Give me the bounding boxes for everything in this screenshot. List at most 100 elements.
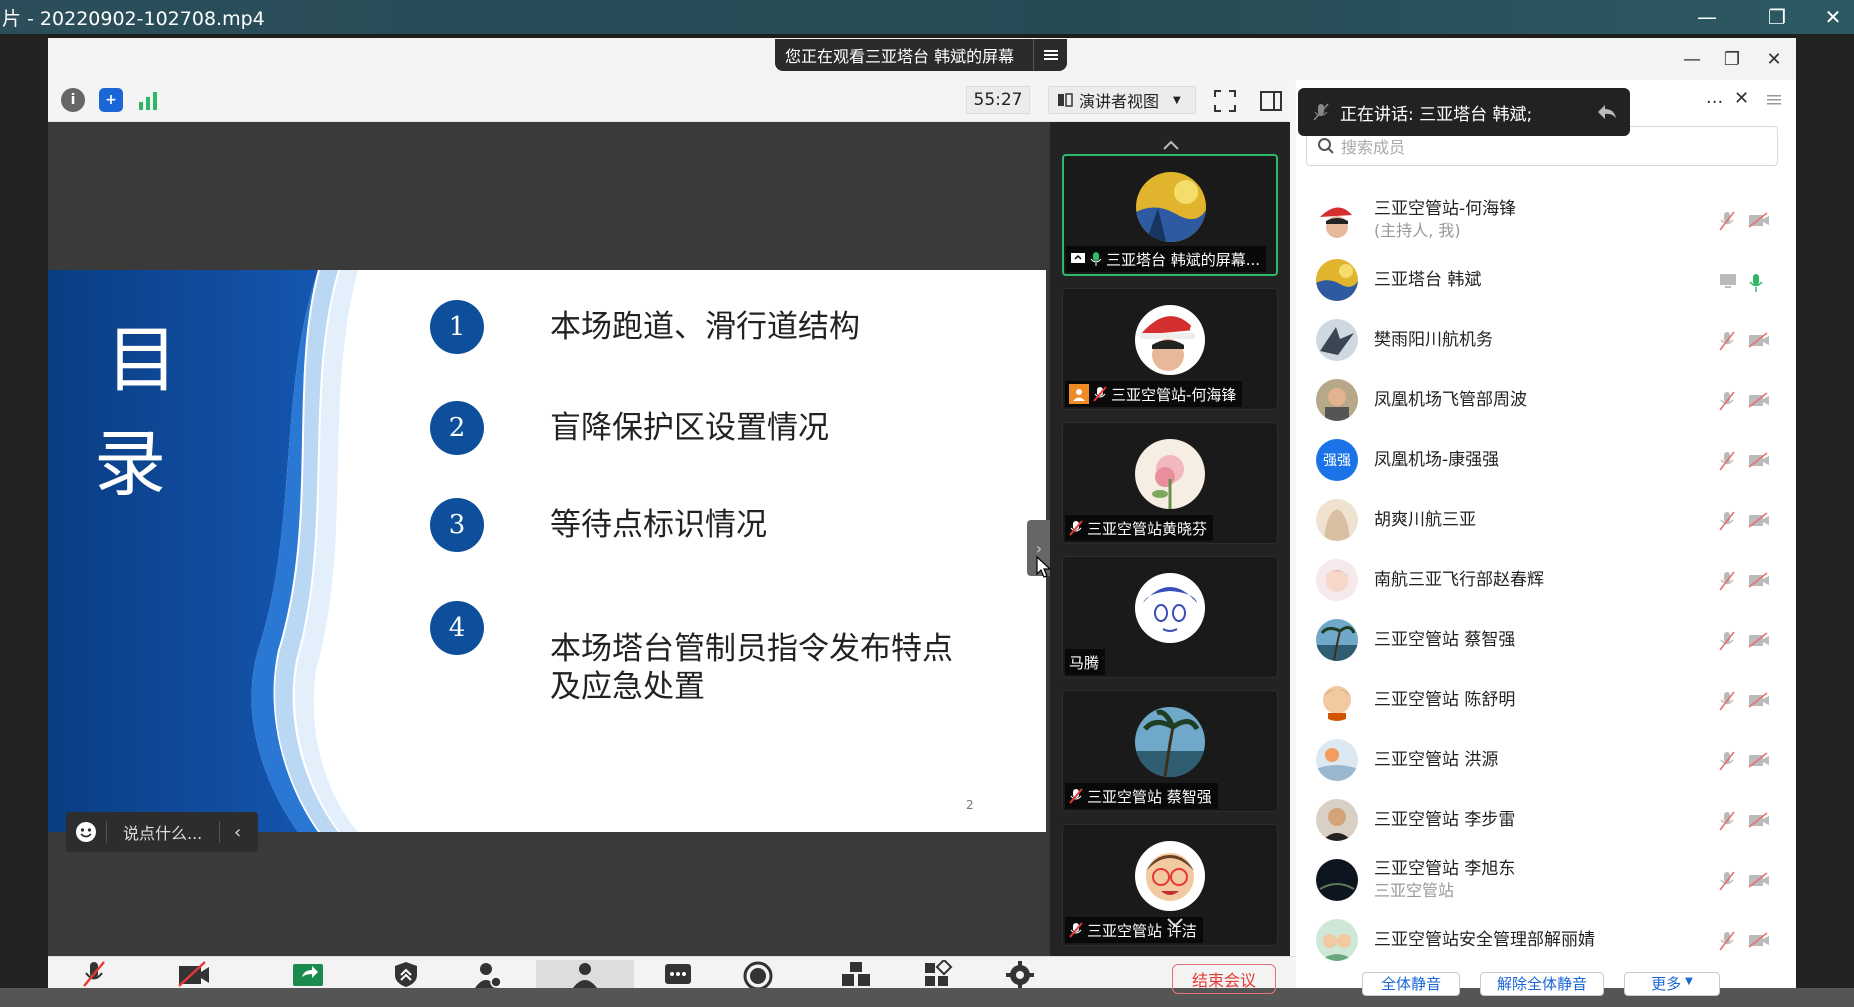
panel-menu-icon[interactable] bbox=[1764, 90, 1784, 110]
video-tile[interactable]: 马腾 bbox=[1062, 556, 1278, 678]
comment-input[interactable]: 说点什么... bbox=[123, 820, 219, 844]
info-icon[interactable]: i bbox=[61, 88, 85, 112]
avatar bbox=[1316, 799, 1358, 841]
avatar bbox=[1316, 259, 1358, 301]
security-shield-icon[interactable]: + bbox=[99, 88, 123, 112]
toc-number-3: 3 bbox=[430, 498, 484, 552]
video-tile[interactable]: 三亚空管站黄晓芬 bbox=[1062, 422, 1278, 544]
avatar bbox=[1135, 573, 1205, 643]
layout-button[interactable] bbox=[838, 960, 874, 988]
more-options-icon[interactable]: ··· bbox=[1706, 92, 1723, 113]
record-button[interactable] bbox=[740, 960, 776, 988]
chevron-down-icon[interactable] bbox=[1164, 916, 1186, 930]
camera-off-icon[interactable] bbox=[1748, 812, 1770, 828]
camera-off-icon[interactable] bbox=[1748, 212, 1770, 228]
avatar bbox=[1316, 499, 1358, 541]
camera-off-icon[interactable] bbox=[1748, 452, 1770, 468]
layout-icon bbox=[1057, 92, 1073, 108]
sidebar-toggle-icon[interactable] bbox=[1258, 88, 1284, 114]
mic-muted-icon[interactable] bbox=[1718, 810, 1736, 832]
member-row[interactable]: 三亚空管站 陈舒明 bbox=[1296, 670, 1780, 730]
mic-muted-icon bbox=[1069, 520, 1083, 536]
member-row[interactable]: 三亚空管站 李步雷 bbox=[1296, 790, 1780, 850]
unmute-all-button[interactable]: 解除全体静音 bbox=[1480, 972, 1604, 996]
window-close-button[interactable]: ✕ bbox=[1756, 44, 1792, 74]
player-restore-button[interactable]: ❐ bbox=[1742, 0, 1812, 34]
screen-share-icon[interactable] bbox=[1718, 270, 1738, 290]
mic-muted-icon[interactable] bbox=[1718, 450, 1736, 472]
camera-off-icon[interactable] bbox=[1748, 512, 1770, 528]
member-row[interactable]: 三亚空管站 李旭东 三亚空管站 bbox=[1296, 850, 1780, 910]
mic-muted-icon[interactable] bbox=[1718, 510, 1736, 532]
mic-on-icon[interactable] bbox=[1748, 272, 1764, 294]
mic-muted-icon bbox=[1069, 788, 1083, 804]
camera-off-icon[interactable] bbox=[1748, 332, 1770, 348]
member-row[interactable]: 三亚塔台 韩斌 bbox=[1296, 250, 1780, 310]
camera-off-icon[interactable] bbox=[1748, 692, 1770, 708]
mic-muted-icon[interactable] bbox=[1718, 390, 1736, 412]
camera-off-icon[interactable] bbox=[1748, 932, 1770, 948]
avatar bbox=[1135, 707, 1205, 777]
member-row[interactable]: 凤凰机场飞管部周波 bbox=[1296, 370, 1780, 430]
video-tile[interactable]: 三亚空管站-何海锋 bbox=[1062, 288, 1278, 410]
comment-bar[interactable]: 说点什么... ‹ bbox=[66, 812, 258, 852]
mute-all-button[interactable]: 全体静音 bbox=[1362, 972, 1460, 996]
player-left-margin bbox=[0, 34, 48, 1007]
emoji-icon[interactable] bbox=[66, 821, 106, 843]
screen-share-icon bbox=[1070, 252, 1086, 266]
member-row[interactable]: 三亚空管站 蔡智强 bbox=[1296, 610, 1780, 670]
share-screen-button[interactable] bbox=[290, 960, 326, 988]
member-name: 三亚空管站 洪源 bbox=[1374, 750, 1499, 770]
signal-icon[interactable] bbox=[136, 88, 160, 112]
toc-item-4-line1: 本场塔台管制员指令发布特点 bbox=[550, 631, 953, 667]
viewing-indicator[interactable]: 您正在观看三亚塔台 韩斌的屏幕 bbox=[775, 39, 1067, 71]
camera-off-icon[interactable] bbox=[1748, 632, 1770, 648]
mic-muted-icon[interactable] bbox=[1718, 330, 1736, 352]
chevron-down-icon: ▼ bbox=[1173, 94, 1181, 106]
member-row[interactable]: 樊雨阳川航机务 bbox=[1296, 310, 1780, 370]
member-row[interactable]: 三亚空管站安全管理部解丽婧 bbox=[1296, 910, 1780, 970]
mic-muted-icon[interactable] bbox=[1718, 690, 1736, 712]
apps-button[interactable] bbox=[920, 960, 956, 988]
member-row[interactable]: 三亚空管站-何海锋 (主持人, 我) bbox=[1296, 190, 1780, 250]
camera-off-icon[interactable] bbox=[1748, 872, 1770, 888]
presenter-view-dropdown[interactable]: 演讲者视图 ▼ bbox=[1048, 86, 1196, 114]
invite-button[interactable] bbox=[470, 960, 506, 988]
avatar bbox=[1316, 559, 1358, 601]
chevron-left-icon[interactable]: ‹ bbox=[234, 822, 241, 843]
viewing-menu-icon[interactable] bbox=[1033, 39, 1067, 71]
more-button[interactable]: 更多 ▼ bbox=[1624, 972, 1720, 996]
toc-number-2: 2 bbox=[430, 401, 484, 455]
player-minimize-button[interactable]: — bbox=[1672, 0, 1742, 34]
chevron-up-icon[interactable] bbox=[1160, 138, 1182, 152]
mic-muted-icon[interactable] bbox=[1718, 570, 1736, 592]
fullscreen-icon[interactable] bbox=[1212, 88, 1238, 114]
video-tile[interactable]: 三亚塔台 韩斌的屏幕... bbox=[1062, 154, 1278, 276]
mic-muted-icon[interactable] bbox=[1718, 210, 1736, 232]
video-tile[interactable]: 三亚空管站 蔡智强 bbox=[1062, 690, 1278, 812]
participants-button[interactable] bbox=[536, 960, 634, 988]
camera-off-button[interactable] bbox=[176, 960, 212, 988]
close-panel-icon[interactable]: ✕ bbox=[1734, 88, 1749, 109]
chat-button[interactable] bbox=[660, 960, 696, 988]
mic-muted-icon[interactable] bbox=[1718, 930, 1736, 952]
settings-button[interactable] bbox=[1002, 960, 1038, 988]
window-minimize-button[interactable]: — bbox=[1674, 44, 1710, 74]
member-row[interactable]: 胡爽川航三亚 bbox=[1296, 490, 1780, 550]
slide-page-number: 2 bbox=[966, 798, 974, 812]
member-row[interactable]: 强强 凤凰机场-康强强 bbox=[1296, 430, 1780, 490]
mic-muted-icon[interactable] bbox=[1718, 870, 1736, 892]
player-close-button[interactable]: ✕ bbox=[1812, 0, 1854, 34]
window-restore-button[interactable]: ❐ bbox=[1714, 44, 1750, 74]
mic-muted-icon[interactable] bbox=[1718, 630, 1736, 652]
security-button[interactable] bbox=[388, 960, 424, 988]
end-meeting-button[interactable]: 结束会议 bbox=[1172, 964, 1276, 994]
toc-number-4: 4 bbox=[430, 601, 484, 655]
camera-off-icon[interactable] bbox=[1748, 572, 1770, 588]
camera-off-icon[interactable] bbox=[1748, 392, 1770, 408]
camera-off-icon[interactable] bbox=[1748, 752, 1770, 768]
member-row[interactable]: 三亚空管站 洪源 bbox=[1296, 730, 1780, 790]
mic-muted-button[interactable] bbox=[76, 960, 112, 988]
mic-muted-icon[interactable] bbox=[1718, 750, 1736, 772]
member-row[interactable]: 南航三亚飞行部赵春辉 bbox=[1296, 550, 1780, 610]
